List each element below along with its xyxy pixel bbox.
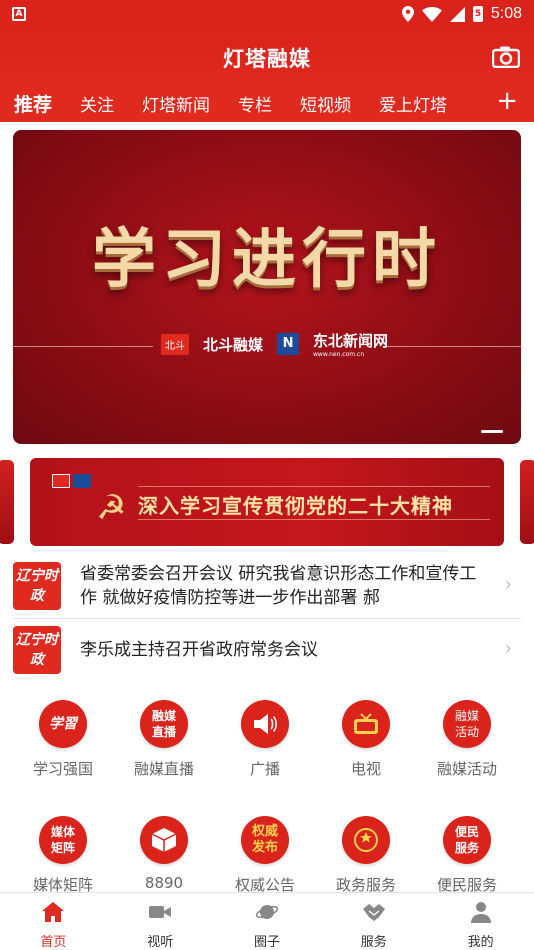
mini-logos xyxy=(52,474,91,488)
nav-label: 圈子 xyxy=(253,935,280,950)
planet-icon xyxy=(255,905,279,919)
chevron-right-icon: › xyxy=(504,574,512,595)
news-item[interactable]: 辽宁时政 李乐成主持召开省政府常务会议 › xyxy=(0,624,534,676)
nen-logo-mark: N xyxy=(277,333,300,355)
nav-service[interactable]: 服务 xyxy=(320,893,427,950)
theme-banner[interactable]: ☭ 深入学习宣传贯彻党的二十大精神 xyxy=(30,458,504,546)
grid-label: 学习强国 xyxy=(32,760,93,778)
user-icon xyxy=(470,902,491,923)
live-icon: 融媒直播 xyxy=(140,700,188,748)
news-item[interactable]: 辽宁时政 省委常委会召开会议 研究我省意识形态工作和宣传工作 就做好疫情防控等进… xyxy=(0,558,534,616)
next-slide-peek[interactable] xyxy=(520,460,534,544)
nen-logo-url: www.nen.com.cn xyxy=(313,351,365,358)
prev-slide-peek[interactable] xyxy=(0,460,14,544)
grid-radio[interactable]: 广播 xyxy=(215,700,315,779)
grid-announce[interactable]: 权威发布 权威公告 xyxy=(215,816,315,895)
beidou-logo-text: 北斗融媒 xyxy=(203,335,264,354)
banner-logos: 北斗 北斗融媒 N 东北新闻网 www.nen.com.cn xyxy=(161,330,388,358)
party-emblem-icon: ☭ xyxy=(96,488,127,528)
news-title: 省委常委会召开会议 研究我省意识形态工作和宣传工作 就做好疫情防控等进一步作出部… xyxy=(80,564,477,608)
nav-profile[interactable]: 我的 xyxy=(427,893,534,950)
home-icon xyxy=(42,902,65,922)
grid-gov-service[interactable]: 政务服务 xyxy=(316,816,416,895)
handshake-icon xyxy=(362,904,385,921)
wifi-icon xyxy=(421,6,442,22)
nav-label: 视听 xyxy=(147,935,174,950)
add-channel-icon[interactable]: + xyxy=(496,88,518,114)
nav-home[interactable]: 首页 xyxy=(0,893,107,950)
camera-icon[interactable] xyxy=(492,46,520,68)
service-icon: 便民服务 xyxy=(443,816,491,864)
battery-icon: 5 xyxy=(472,6,483,22)
nav-label: 首页 xyxy=(40,935,67,950)
nav-label: 服务 xyxy=(360,935,387,950)
grid-label: 广播 xyxy=(249,760,280,778)
tab-love-dengta[interactable]: 爱上灯塔 xyxy=(379,91,447,116)
nen-logo-text: 东北新闻网 xyxy=(313,332,389,350)
tab-dengta-news[interactable]: 灯塔新闻 xyxy=(142,91,210,116)
location-icon xyxy=(401,6,414,22)
grid-label: 电视 xyxy=(350,760,381,778)
tab-column[interactable]: 专栏 xyxy=(238,91,272,116)
activity-icon: 融媒活动 xyxy=(443,700,491,748)
grid-8890[interactable]: 8890 xyxy=(114,816,214,892)
signal-icon xyxy=(449,6,465,22)
emblem-icon xyxy=(342,816,390,864)
grid-activity[interactable]: 融媒活动 融媒活动 xyxy=(417,700,517,779)
news-divider xyxy=(13,618,521,619)
category-tabs: 推荐 关注 灯塔新闻 专栏 短视频 爱上灯塔 + xyxy=(0,84,534,125)
tab-follow[interactable]: 关注 xyxy=(80,91,114,116)
banner-headline: 学习进行时 xyxy=(92,222,442,297)
speaker-icon xyxy=(241,700,289,748)
box-icon xyxy=(140,816,188,864)
grid-xuexi[interactable]: 学習 学习强国 xyxy=(13,700,113,779)
nav-circle[interactable]: 圈子 xyxy=(214,893,321,950)
nav-media[interactable]: 视听 xyxy=(107,893,214,950)
nav-label: 我的 xyxy=(467,935,494,950)
banner-divider-right xyxy=(385,346,521,347)
grid-matrix[interactable]: 媒体矩阵 媒体矩阵 xyxy=(13,816,113,895)
tab-recommend[interactable]: 推荐 xyxy=(14,90,52,125)
liaoning-politics-badge: 辽宁时政 xyxy=(13,562,61,610)
grid-label: 融媒活动 xyxy=(436,760,497,778)
clock: 5:08 xyxy=(490,5,522,22)
app-notification-icon: A xyxy=(12,7,26,21)
tab-short-video[interactable]: 短视频 xyxy=(300,91,351,116)
bottom-navigation: 首页 视听 圈子 服务 我的 xyxy=(0,892,534,950)
announce-icon: 权威发布 xyxy=(241,816,289,864)
xuexi-icon: 学習 xyxy=(39,700,87,748)
grid-label: 融媒直播 xyxy=(133,760,194,778)
banner-divider-left xyxy=(13,346,153,347)
liaoning-politics-badge: 辽宁时政 xyxy=(13,626,61,674)
status-bar: A 5 5:08 xyxy=(0,0,534,28)
matrix-icon: 媒体矩阵 xyxy=(39,816,87,864)
app-title: 灯塔融媒 xyxy=(223,47,311,71)
grid-tv[interactable]: 电视 xyxy=(316,700,416,779)
news-title: 李乐成主持召开省政府常务会议 xyxy=(80,640,318,660)
carousel-banner[interactable]: 学习进行时 北斗 北斗融媒 N 东北新闻网 www.nen.com.cn xyxy=(13,130,521,444)
tv-icon xyxy=(342,700,390,748)
grid-live[interactable]: 融媒直播 融媒直播 xyxy=(114,700,214,779)
app-header: 灯塔融媒 xyxy=(0,28,534,88)
beidou-logo-badge: 北斗 xyxy=(161,333,189,355)
grid-convenience[interactable]: 便民服务 便民服务 xyxy=(417,816,517,895)
video-camera-icon xyxy=(149,906,172,918)
banner-slogan: 深入学习宣传贯彻党的二十大精神 xyxy=(138,494,453,518)
grid-label: 8890 xyxy=(144,874,184,892)
carousel-indicator xyxy=(481,430,503,433)
chevron-right-icon: › xyxy=(504,638,512,659)
